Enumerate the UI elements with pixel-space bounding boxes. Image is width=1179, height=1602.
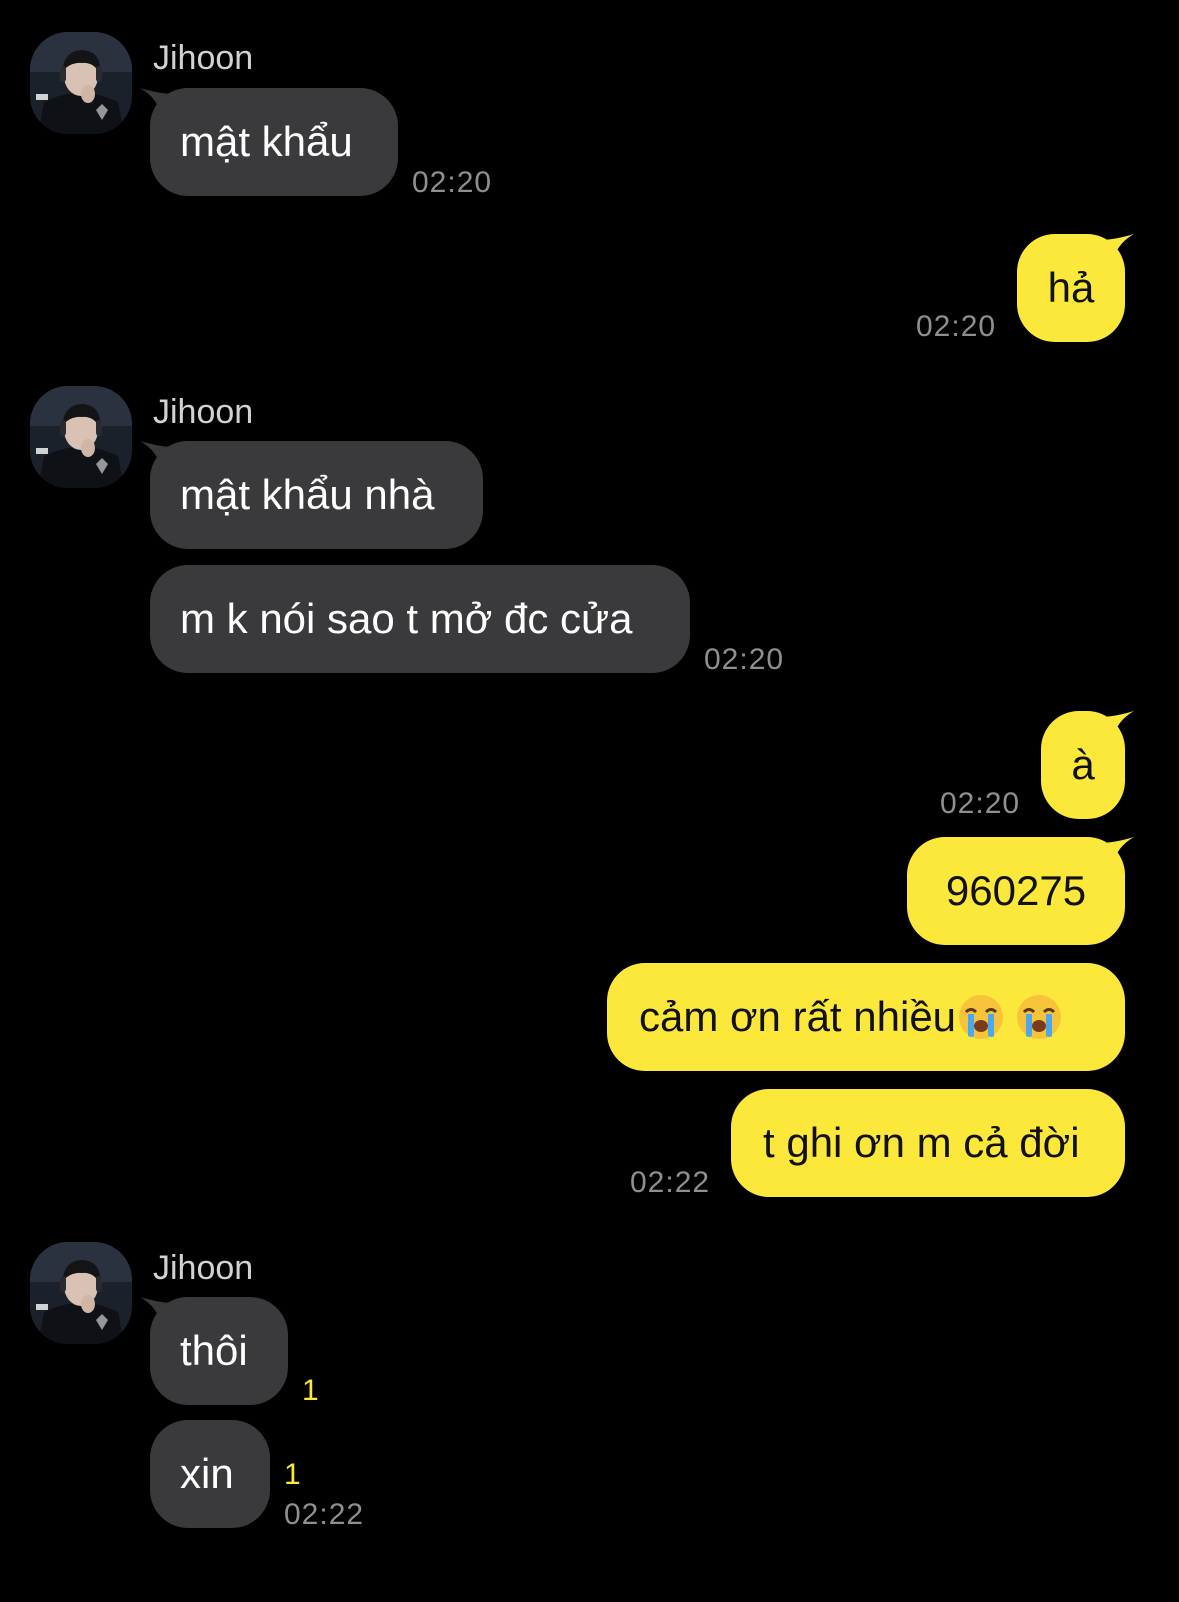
sender-name: Jihoon (153, 39, 254, 77)
profile-photo-icon (30, 1242, 132, 1344)
unread-count: 1 (284, 1458, 301, 1491)
sender-name: Jihoon (153, 1249, 254, 1287)
incoming-message[interactable]: thôi (150, 1297, 288, 1405)
message-timestamp: 02:22 (284, 1498, 365, 1531)
message-timestamp: 02:20 (704, 643, 785, 676)
profile-photo-icon (30, 386, 132, 488)
incoming-message[interactable]: mật khẩu nhà (150, 441, 483, 549)
outgoing-message[interactable]: cảm ơn rất nhiều (607, 963, 1125, 1071)
unread-count: 1 (302, 1374, 319, 1407)
outgoing-message[interactable]: 960275 (907, 837, 1125, 945)
bubble-tail (1100, 837, 1134, 867)
bubble-tail (1100, 234, 1134, 264)
profile-photo-icon (30, 32, 132, 134)
message-text: cảm ơn rất nhiều (639, 993, 957, 1040)
contact-avatar[interactable] (30, 1242, 132, 1344)
incoming-message[interactable]: mật khẩu (150, 88, 398, 196)
bubble-tail (1100, 711, 1134, 741)
incoming-message[interactable]: xin (150, 1420, 270, 1528)
message-timestamp: 02:20 (916, 310, 997, 343)
chat-conversation: Jihoon mật khẩu 02:20 hả 02:20 Jihoon mậ… (0, 0, 1179, 1602)
outgoing-message[interactable]: t ghi ơn m cả đời (731, 1089, 1125, 1197)
loudly-crying-face-icon (1014, 992, 1064, 1042)
contact-avatar[interactable] (30, 386, 132, 488)
sender-name: Jihoon (153, 393, 254, 431)
message-timestamp: 02:20 (412, 166, 493, 199)
loudly-crying-face-icon (956, 992, 1006, 1042)
incoming-message[interactable]: m k nói sao t mở đc cửa (150, 565, 690, 673)
message-timestamp: 02:20 (940, 787, 1021, 820)
contact-avatar[interactable] (30, 32, 132, 134)
message-timestamp: 02:22 (630, 1166, 711, 1199)
